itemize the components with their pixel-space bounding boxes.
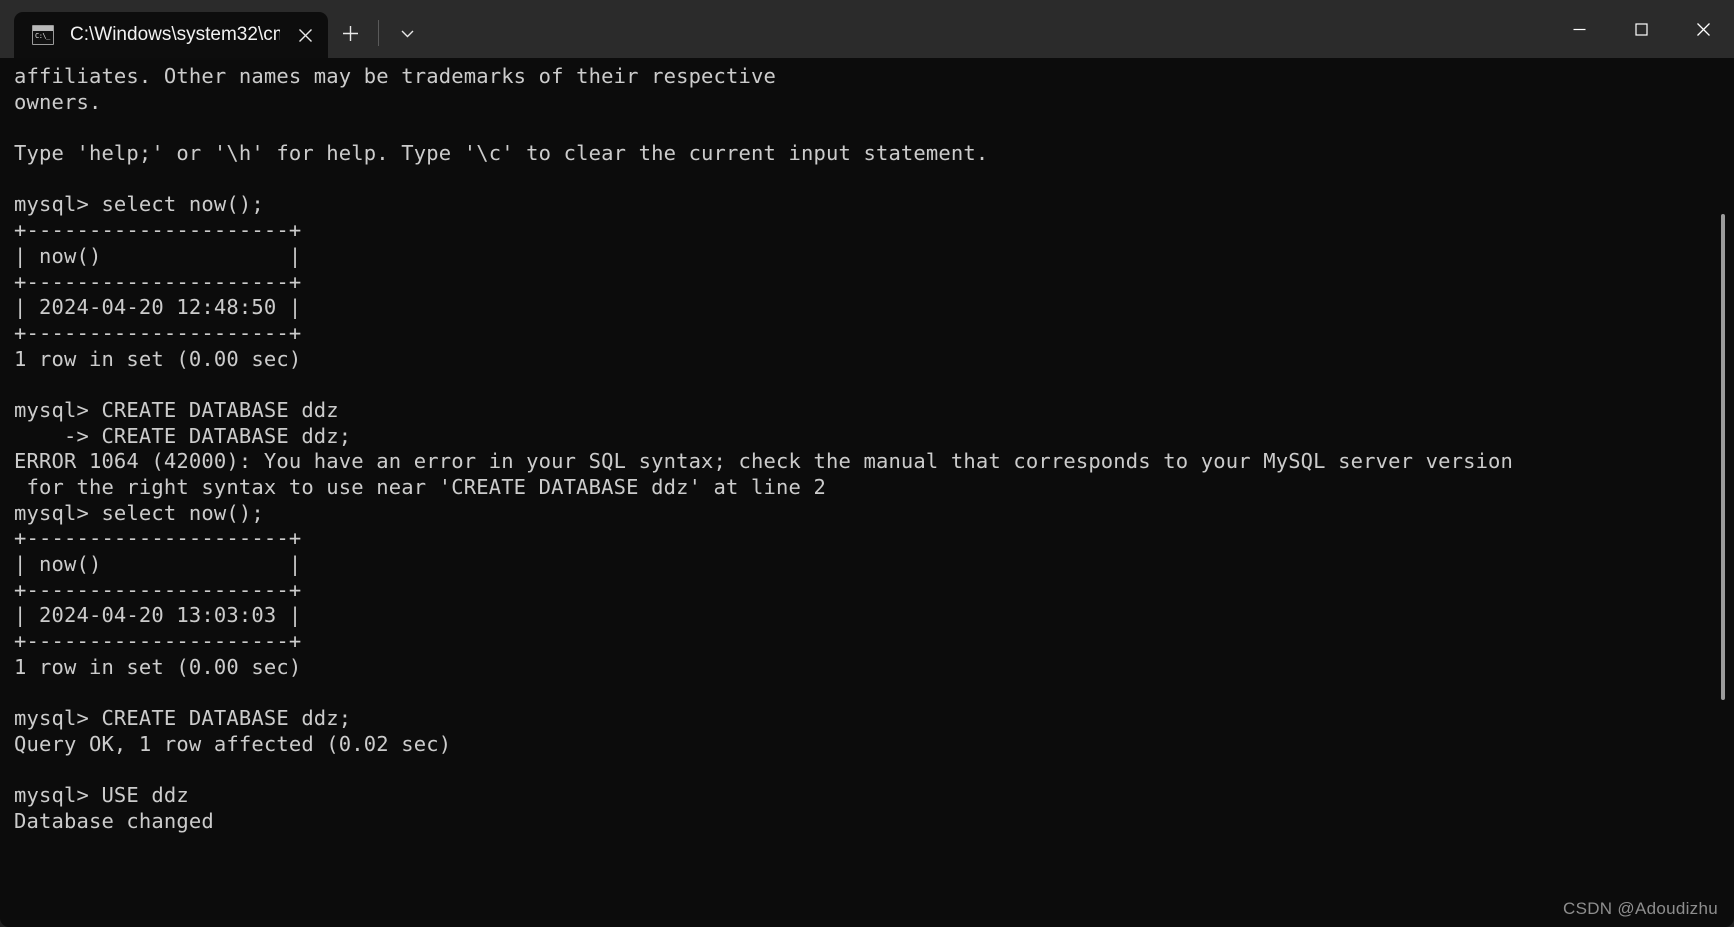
- terminal-line: 1 row in set (0.00 sec): [14, 654, 302, 679]
- terminal-line: mysql> CREATE DATABASE ddz: [14, 397, 339, 422]
- terminal-line: Database changed: [14, 808, 214, 833]
- terminal-line: +---------------------+: [14, 629, 302, 654]
- close-tab-icon[interactable]: [288, 18, 322, 52]
- watermark-label: CSDN @Adoudizhu: [1563, 899, 1718, 918]
- terminal-line: | now() |: [14, 552, 302, 577]
- terminal-line: +---------------------+: [14, 320, 302, 345]
- terminal-line: +---------------------+: [14, 526, 302, 551]
- terminal-line: for the right syntax to use near 'CREATE…: [14, 475, 826, 499]
- toolbar-divider: [378, 20, 379, 46]
- terminal-line: -> CREATE DATABASE ddz;: [14, 423, 352, 448]
- terminal-line: +---------------------+: [14, 577, 302, 602]
- terminal-line: 1 row in set (0.00 sec): [14, 346, 302, 371]
- tab-actions: [328, 10, 429, 58]
- terminal-line: | 2024-04-20 13:03:03 |: [14, 603, 302, 628]
- close-window-button[interactable]: [1672, 0, 1734, 58]
- terminal-line: | 2024-04-20 12:48:50 |: [14, 295, 302, 320]
- window-controls: [1548, 0, 1734, 58]
- terminal-output-pane[interactable]: affiliates. Other names may be trademark…: [0, 58, 1734, 927]
- terminal-line: ERROR 1064 (42000): You have an error in…: [14, 449, 1514, 474]
- maximize-button[interactable]: [1610, 0, 1672, 58]
- title-bar: C:\_ C:\Windows\system32\cmd.e: [0, 0, 1734, 58]
- tab-strip: C:\_ C:\Windows\system32\cmd.e: [0, 0, 429, 58]
- terminal-line: | now() |: [14, 243, 302, 268]
- terminal-window: C:\_ C:\Windows\system32\cmd.e: [0, 0, 1734, 927]
- terminal-line: mysql> USE ddz: [14, 783, 189, 808]
- terminal-line: mysql> CREATE DATABASE ddz;: [14, 706, 352, 731]
- terminal-line: +---------------------+: [14, 269, 302, 294]
- scrollbar-thumb[interactable]: [1721, 214, 1725, 700]
- terminal-line: owners.: [14, 89, 102, 114]
- cmd-console-icon: C:\_: [32, 25, 54, 45]
- terminal-line: affiliates. Other names may be trademark…: [14, 64, 777, 88]
- terminal-scrollbar[interactable]: [1718, 58, 1728, 927]
- terminal-line: mysql> select now();: [14, 192, 264, 217]
- cmd-prompt-glyph: C:\_: [35, 32, 50, 40]
- terminal-text: affiliates. Other names may be trademark…: [14, 64, 1734, 835]
- chevron-down-icon[interactable]: [387, 14, 427, 52]
- tab-cmd[interactable]: C:\_ C:\Windows\system32\cmd.e: [14, 12, 328, 58]
- tab-title: C:\Windows\system32\cmd.e: [70, 24, 280, 45]
- terminal-line: Query OK, 1 row affected (0.02 sec): [14, 731, 452, 756]
- new-tab-icon[interactable]: [330, 14, 370, 52]
- terminal-line: +---------------------+: [14, 218, 302, 243]
- terminal-line: mysql> select now();: [14, 500, 264, 525]
- minimize-button[interactable]: [1548, 0, 1610, 58]
- terminal-line: Type 'help;' or '\h' for help. Type '\c'…: [14, 141, 989, 166]
